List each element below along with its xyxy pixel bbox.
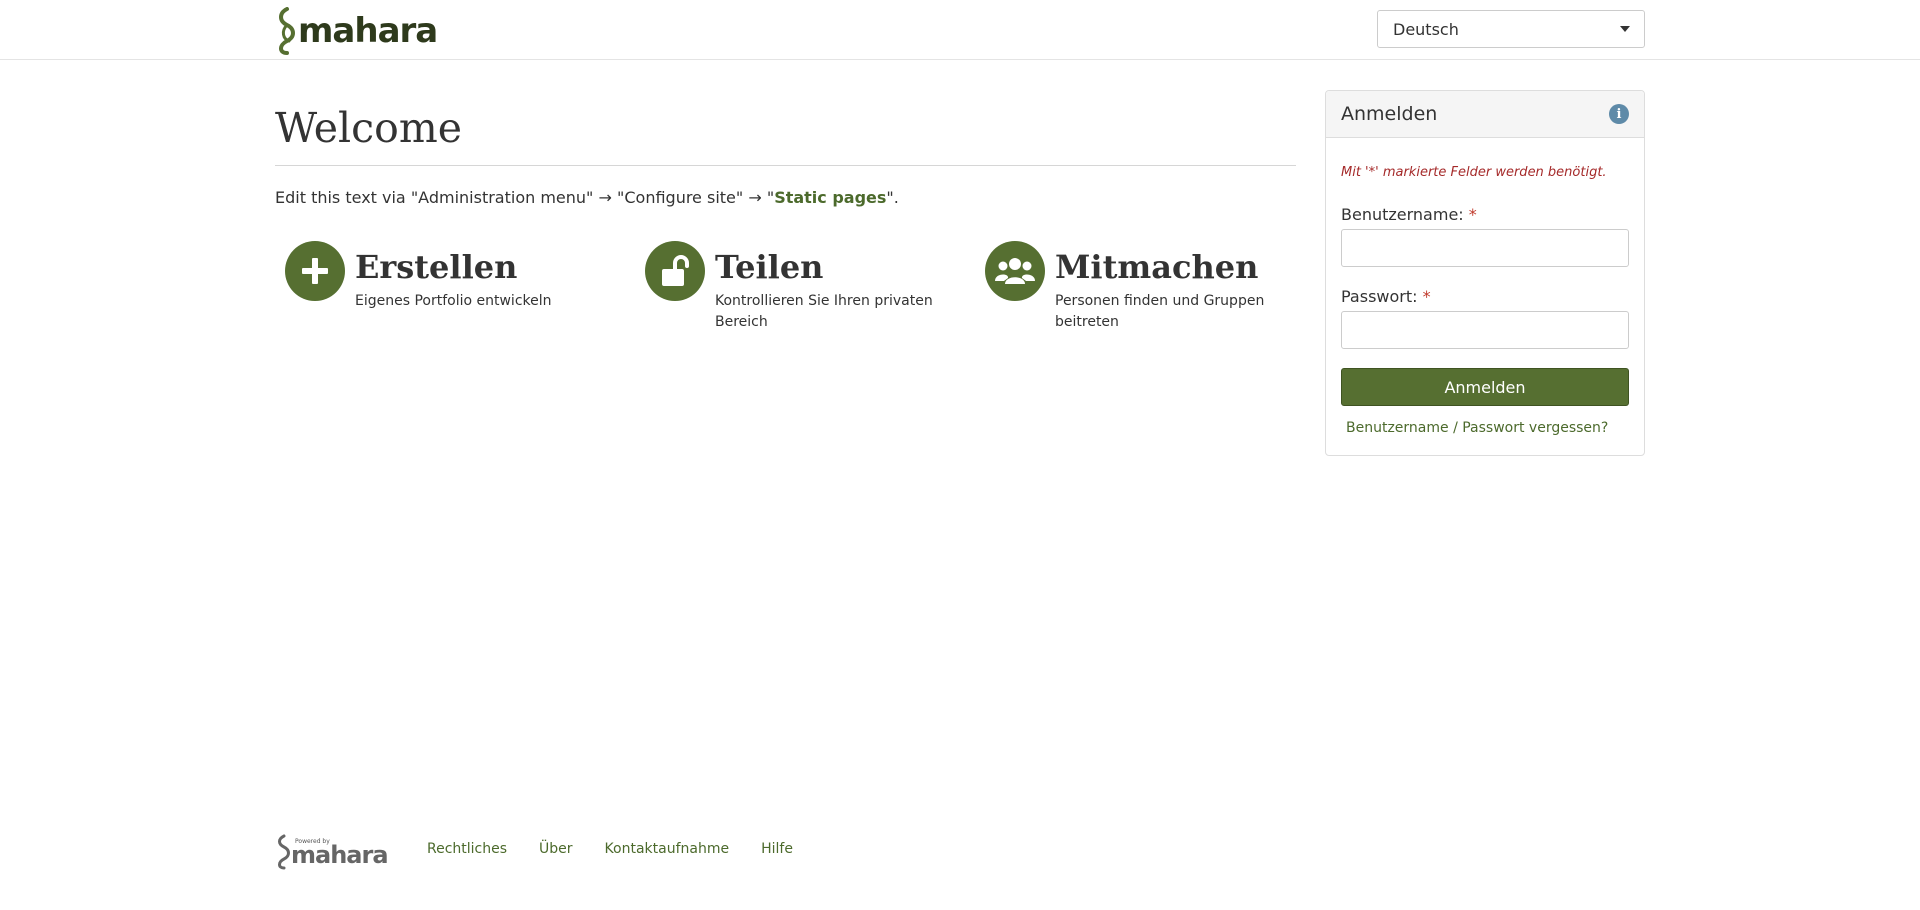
intro-suffix: ". [886,188,899,207]
mahara-logo-icon [278,834,290,870]
site-logo[interactable]: mahara [275,7,438,55]
password-input[interactable] [1341,311,1629,349]
title-divider [275,165,1296,166]
site-header: mahara Deutsch [0,0,1920,60]
users-icon [985,241,1045,301]
feature-title: Erstellen [355,248,518,286]
language-select-value: Deutsch [1393,19,1459,39]
footer-link-help[interactable]: Hilfe [761,841,793,857]
footer-link-about[interactable]: Über [539,841,573,857]
mahara-logo-icon [279,7,295,55]
info-icon[interactable]: i [1609,104,1629,124]
static-pages-link[interactable]: Static pages [774,188,886,207]
plus-icon [285,241,345,301]
required-star: * [1422,287,1431,306]
feature-title: Mitmachen [1055,248,1259,286]
footer-link-legal[interactable]: Rechtliches [427,841,507,857]
username-label: Benutzername: * [1341,205,1477,224]
login-panel-title: Anmelden [1341,103,1438,125]
required-star: * [1468,205,1477,224]
powered-by-mahara-logo[interactable]: Powered by mahara [275,832,395,872]
unlock-icon [645,241,705,301]
password-label-text: Passwort: [1341,287,1418,306]
page-title: Welcome [275,104,462,152]
intro-text: Edit this text via "Administration menu"… [275,186,899,210]
feature-description: Personen finden und Gruppen beitreten [1055,293,1265,330]
forgot-password-link[interactable]: Benutzername / Passwort vergessen? [1346,420,1608,436]
feature-description: Eigenes Portfolio entwickeln [355,293,552,309]
logo-text: mahara [298,11,438,51]
username-input[interactable] [1341,229,1629,267]
footer-link-contact[interactable]: Kontaktaufnahme [605,841,730,857]
caret-down-icon [1620,26,1630,32]
footer-brand-text: mahara [291,841,389,869]
password-label: Passwort: * [1341,287,1431,306]
language-select[interactable]: Deutsch [1377,10,1645,48]
intro-prefix: Edit this text via "Administration menu"… [275,188,775,207]
login-button[interactable]: Anmelden [1341,368,1629,406]
username-label-text: Benutzername: [1341,205,1464,224]
feature-description: Kontrollieren Sie Ihren privaten Bereich [715,293,933,330]
footer-links: Rechtliches Über Kontaktaufnahme Hilfe [427,841,825,857]
login-panel-header: Anmelden i [1326,91,1644,138]
required-fields-note: Mit '*' markierte Felder werden benötigt… [1341,165,1607,180]
login-panel: Anmelden i Mit '*' markierte Felder werd… [1325,90,1645,456]
feature-title: Teilen [715,248,824,286]
